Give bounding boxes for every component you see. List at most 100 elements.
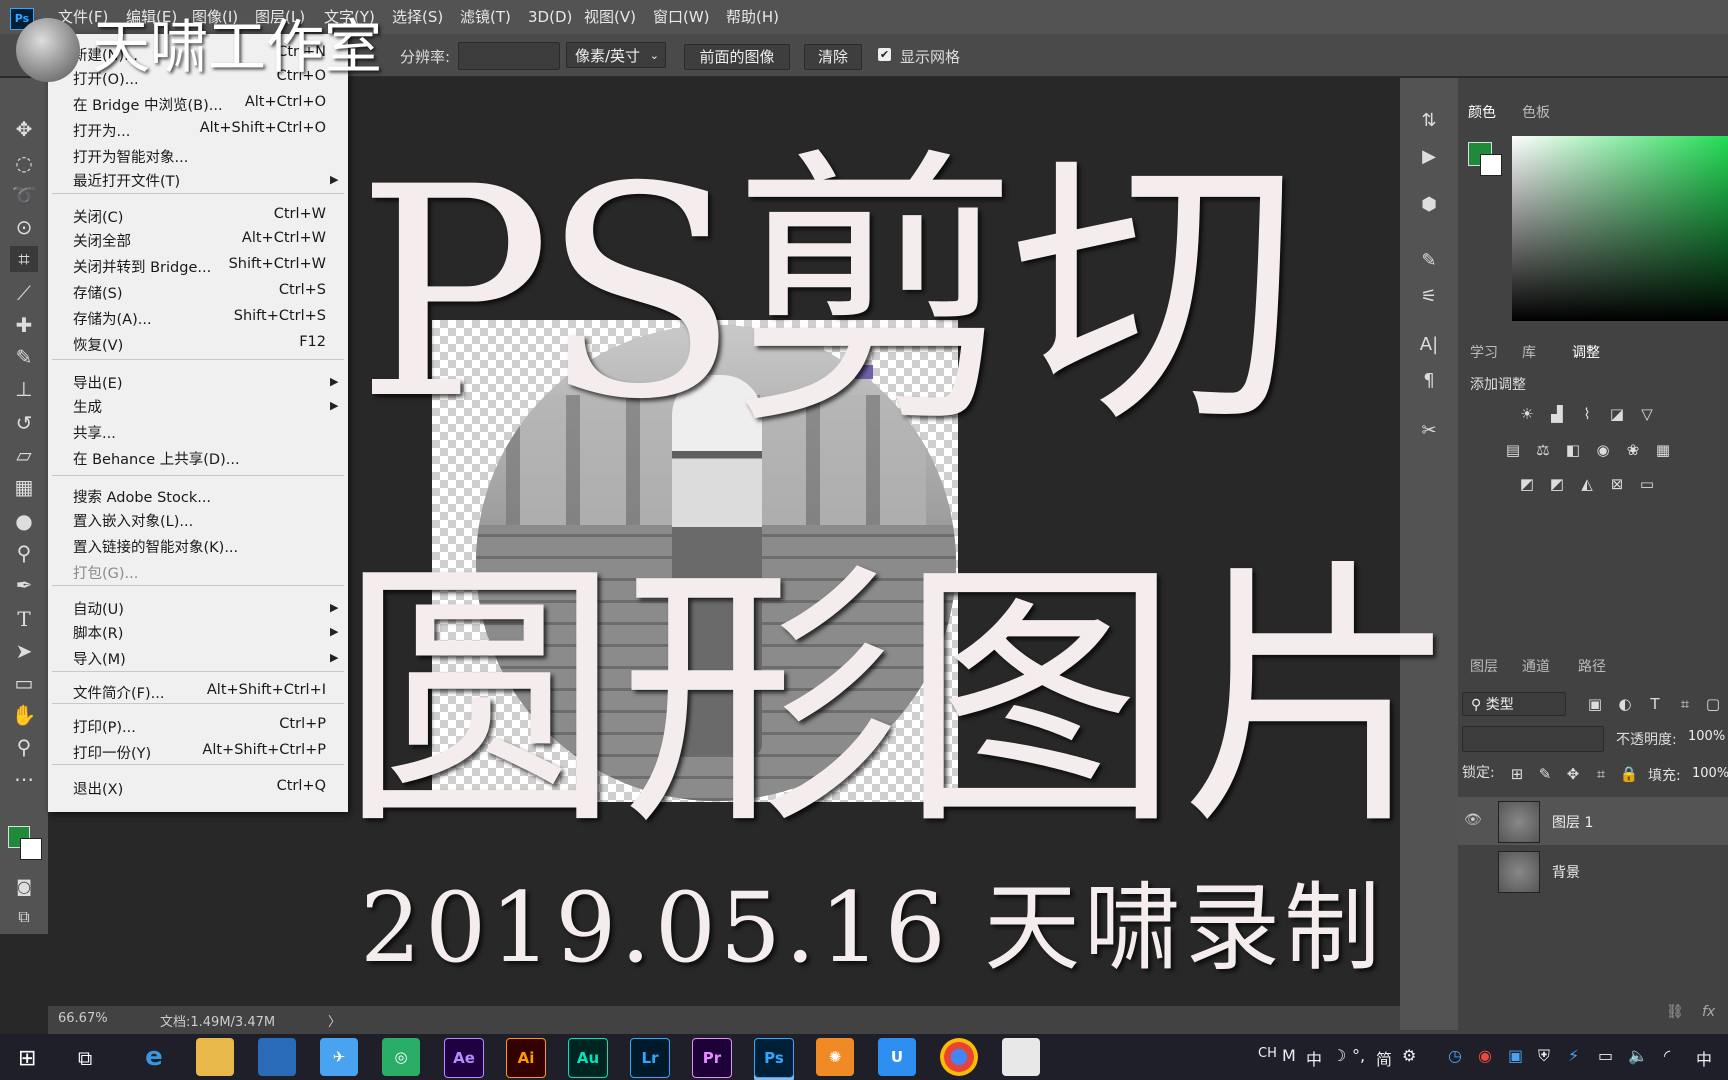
zoom-tool-icon[interactable]: ⚲ bbox=[10, 734, 38, 760]
file-menu-item[interactable]: 打印一份(Y) bbox=[73, 742, 151, 763]
tab-layers[interactable]: 图层 bbox=[1470, 656, 1498, 676]
pen-tool-icon[interactable]: ✒ bbox=[10, 572, 38, 598]
tool-presets-icon[interactable]: ✂ bbox=[1414, 420, 1444, 446]
layer-filter-select[interactable]: ⚲ 类型 bbox=[1462, 692, 1566, 716]
eyedropper-tool-icon[interactable]: ⟋ bbox=[10, 280, 38, 306]
lang-indicator[interactable]: CH bbox=[1258, 1046, 1277, 1061]
front-image-button[interactable]: 前面的图像 bbox=[684, 44, 790, 70]
tab-libraries[interactable]: 库 bbox=[1522, 342, 1536, 362]
file-menu-item[interactable]: 最近打开文件(T) bbox=[73, 170, 180, 191]
quick-select-tool-icon[interactable]: ⊙ bbox=[10, 214, 38, 240]
lock-all-icon[interactable]: 🔒 bbox=[1618, 764, 1640, 784]
file-menu-item[interactable]: 关闭全部 bbox=[73, 230, 131, 251]
zoom-level[interactable]: 66.67% bbox=[58, 1011, 108, 1026]
moon-icon[interactable]: ☽ bbox=[1332, 1046, 1346, 1065]
color-balance-icon[interactable]: ⚖ bbox=[1532, 440, 1554, 460]
screen-mode-icon[interactable]: ⧉ bbox=[10, 904, 38, 930]
file-menu-item[interactable]: 打印(P)... bbox=[73, 716, 136, 737]
filter-adjust-icon[interactable]: ◐ bbox=[1614, 694, 1636, 714]
edge-icon[interactable]: e bbox=[135, 1038, 173, 1076]
move-tool-icon[interactable]: ✥ bbox=[10, 116, 38, 142]
menu-filter[interactable]: 滤镜(T) bbox=[460, 0, 511, 34]
after-effects-icon[interactable]: Ae bbox=[444, 1038, 484, 1078]
gradient-tool-icon[interactable]: ▦ bbox=[10, 474, 38, 500]
brightness-icon[interactable]: ☀ bbox=[1516, 404, 1538, 424]
photo-filter-icon[interactable]: ◉ bbox=[1592, 440, 1614, 460]
file-menu-item[interactable]: 置入链接的智能对象(K)... bbox=[73, 536, 238, 557]
file-menu-item[interactable]: 存储(S) bbox=[73, 282, 123, 303]
file-menu-item[interactable]: 在 Behance 上共享(D)... bbox=[73, 448, 240, 469]
fill-value[interactable]: 100% bbox=[1692, 766, 1728, 781]
gradient-map-icon[interactable]: ▭ bbox=[1636, 474, 1658, 494]
lock-transparency-icon[interactable]: ⊞ bbox=[1506, 764, 1528, 784]
file-explorer-icon[interactable] bbox=[196, 1038, 234, 1076]
eraser-tool-icon[interactable]: ▱ bbox=[10, 442, 38, 468]
tab-color[interactable]: 颜色 bbox=[1468, 102, 1496, 122]
paragraph-panel-icon[interactable]: ¶ bbox=[1414, 370, 1444, 396]
premiere-icon[interactable]: Pr bbox=[692, 1038, 732, 1078]
tab-paths[interactable]: 路径 bbox=[1578, 656, 1606, 676]
task-view-icon[interactable]: ⧉ bbox=[78, 1046, 92, 1070]
character-panel-icon[interactable]: A| bbox=[1414, 334, 1444, 360]
settings-gear-icon[interactable]: ⚙ bbox=[1402, 1046, 1416, 1065]
file-menu-item[interactable]: 自动(U) bbox=[73, 598, 124, 619]
flash-tray-icon[interactable]: ⚡ bbox=[1568, 1046, 1579, 1065]
app-tray-icon[interactable]: ▣ bbox=[1508, 1046, 1523, 1065]
brush-tool-icon[interactable]: ✎ bbox=[10, 344, 38, 370]
windows-start-icon[interactable]: ⊞ bbox=[18, 1046, 36, 1071]
orange-app-icon[interactable]: ✺ bbox=[816, 1038, 854, 1076]
clock-tray-icon[interactable]: ◷ bbox=[1448, 1046, 1462, 1065]
unit-select[interactable]: 像素/英寸 ⌄ bbox=[566, 42, 666, 68]
3d-panel-icon[interactable]: ⬢ bbox=[1414, 194, 1444, 220]
blue-app-icon[interactable]: U bbox=[878, 1038, 916, 1076]
channel-mixer-icon[interactable]: ❀ bbox=[1622, 440, 1644, 460]
ime-right[interactable]: 中 bbox=[1696, 1046, 1712, 1070]
layer-name[interactable]: 图层 1 bbox=[1552, 812, 1593, 832]
crop-tool-icon[interactable]: ⌗ bbox=[10, 246, 38, 272]
filter-shape-icon[interactable]: ⌗ bbox=[1674, 694, 1696, 714]
resolution-input[interactable] bbox=[458, 42, 560, 70]
quick-mask-icon[interactable]: ◙ bbox=[10, 874, 38, 900]
tab-channels[interactable]: 通道 bbox=[1522, 656, 1550, 676]
lasso-tool-icon[interactable]: ➰ bbox=[10, 182, 38, 208]
file-menu-item[interactable]: 生成 bbox=[73, 396, 102, 417]
dodge-tool-icon[interactable]: ⚲ bbox=[10, 540, 38, 566]
illustrator-icon[interactable]: Ai bbox=[506, 1038, 546, 1078]
chrome-icon[interactable] bbox=[940, 1038, 978, 1076]
file-menu-item[interactable]: 打开为... bbox=[73, 120, 130, 141]
exposure-icon[interactable]: ◪ bbox=[1606, 404, 1628, 424]
ime-m-icon[interactable]: M bbox=[1282, 1046, 1296, 1065]
panel-bg-color-icon[interactable] bbox=[1480, 154, 1502, 176]
color-lookup-icon[interactable]: ▦ bbox=[1652, 440, 1674, 460]
filter-type-icon[interactable]: T bbox=[1644, 694, 1666, 714]
file-menu-item[interactable]: 导出(E) bbox=[73, 372, 122, 393]
wechat-icon[interactable]: ◎ bbox=[382, 1038, 420, 1076]
simplified-indicator[interactable]: 简 bbox=[1376, 1046, 1392, 1070]
layer-name[interactable]: 背景 bbox=[1552, 862, 1580, 882]
invert-icon[interactable]: ◩ bbox=[1516, 474, 1538, 494]
black-white-icon[interactable]: ◧ bbox=[1562, 440, 1584, 460]
lock-position-icon[interactable]: ✥ bbox=[1562, 764, 1584, 784]
shield-icon[interactable]: ⛨ bbox=[1538, 1046, 1550, 1066]
lock-pixels-icon[interactable]: ✎ bbox=[1534, 764, 1556, 784]
feishu-icon[interactable]: ✈ bbox=[320, 1038, 358, 1076]
lock-artboard-icon[interactable]: ⌗ bbox=[1590, 764, 1612, 784]
actions-panel-icon[interactable]: ▶ bbox=[1414, 146, 1444, 172]
filter-pixel-icon[interactable]: ▣ bbox=[1584, 694, 1606, 714]
tab-swatches[interactable]: 色板 bbox=[1522, 102, 1550, 122]
clear-button[interactable]: 清除 bbox=[804, 44, 862, 70]
file-menu-item[interactable]: 搜索 Adobe Stock... bbox=[73, 486, 211, 507]
threshold-icon[interactable]: ◭ bbox=[1576, 474, 1598, 494]
file-menu-item[interactable]: 退出(X) bbox=[73, 778, 123, 799]
file-menu-item[interactable]: 置入嵌入对象(L)... bbox=[73, 510, 193, 531]
opacity-value[interactable]: 100% bbox=[1688, 729, 1725, 744]
stamp-tool-icon[interactable]: ⊥ bbox=[10, 376, 38, 402]
filter-smart-icon[interactable]: ▢ bbox=[1702, 694, 1724, 714]
tab-learn[interactable]: 学习 bbox=[1470, 342, 1498, 362]
menu-3d[interactable]: 3D(D) bbox=[528, 0, 572, 34]
blend-mode-select[interactable] bbox=[1462, 726, 1604, 752]
selective-color-icon[interactable]: ⊠ bbox=[1606, 474, 1628, 494]
status-menu-arrow-icon[interactable]: 〉 bbox=[328, 1011, 341, 1030]
record-tray-icon[interactable]: ◉ bbox=[1478, 1046, 1492, 1065]
blur-tool-icon[interactable]: ● bbox=[10, 508, 38, 534]
